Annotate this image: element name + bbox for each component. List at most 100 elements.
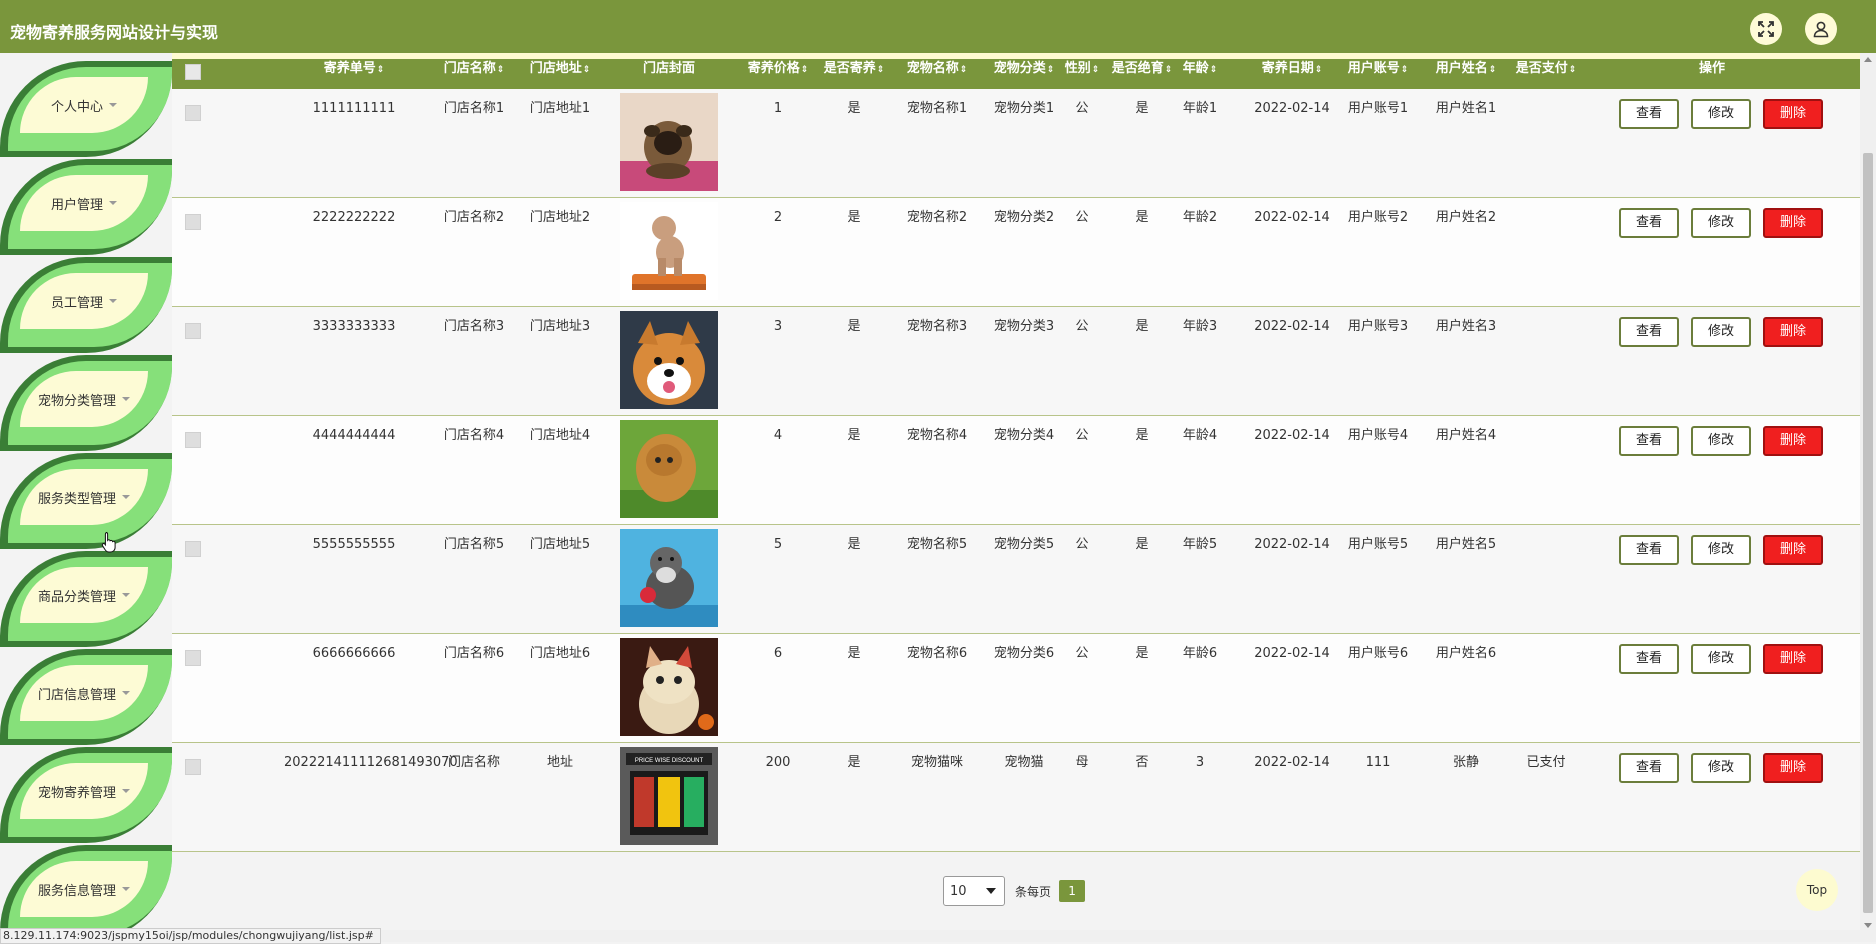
sidebar-item-label: 个人中心 [50, 99, 103, 115]
sidebar-item-service-type[interactable]: 服务类型管理 [0, 453, 172, 549]
view-button[interactable]: 查看 [1619, 644, 1679, 674]
select-all-checkbox[interactable] [185, 64, 201, 80]
row-checkbox[interactable] [185, 214, 201, 230]
view-button[interactable]: 查看 [1619, 317, 1679, 347]
column-header[interactable]: 年龄⇕ [1177, 59, 1223, 89]
fullscreen-button[interactable] [1750, 13, 1782, 45]
edit-button[interactable]: 修改 [1691, 99, 1751, 129]
chevron-down-icon [109, 103, 117, 107]
sidebar-item-goods-category[interactable]: 商品分类管理 [0, 551, 172, 647]
store-name-cell: 门店名称4 [443, 428, 505, 443]
price-cell: 2 [773, 210, 783, 225]
store-cover-image [620, 311, 718, 409]
column-header[interactable]: 是否寄养⇕ [814, 59, 894, 89]
user-button[interactable] [1805, 13, 1837, 45]
row-checkbox[interactable] [185, 541, 201, 557]
row-checkbox[interactable] [185, 759, 201, 775]
top-bar: 宠物寄养服务网站设计与实现 [0, 0, 1876, 53]
column-header[interactable]: 是否支付⇕ [1506, 59, 1586, 89]
chevron-down-icon [986, 888, 996, 894]
sidebar-item-pet-boarding[interactable]: 宠物寄养管理 [0, 747, 172, 843]
column-header[interactable]: 宠物名称⇕ [894, 59, 980, 89]
edit-button[interactable]: 修改 [1691, 317, 1751, 347]
neutered-cell: 是 [1135, 428, 1149, 443]
column-header[interactable]: 宠物分类⇕ [981, 59, 1067, 89]
sidebar-item-service-info[interactable]: 服务信息管理 [0, 845, 172, 941]
column-header[interactable]: 门店名称⇕ [434, 59, 514, 89]
edit-button[interactable]: 修改 [1691, 208, 1751, 238]
scrollbar-thumb[interactable] [1863, 153, 1873, 913]
sort-icon: ⇕ [1164, 65, 1173, 75]
chevron-down-icon [122, 887, 130, 891]
row-checkbox[interactable] [185, 650, 201, 666]
column-header: 门店封面 [642, 61, 695, 76]
scroll-up-icon[interactable] [1864, 57, 1872, 62]
row-checkbox[interactable] [185, 105, 201, 121]
delete-button[interactable]: 删除 [1763, 317, 1823, 347]
sidebar-item-store-info[interactable]: 门店信息管理 [0, 649, 172, 745]
column-header[interactable]: 门店地址⇕ [520, 59, 600, 89]
delete-button[interactable]: 删除 [1763, 535, 1823, 565]
sort-icon: ⇕ [800, 65, 809, 75]
view-button[interactable]: 查看 [1619, 426, 1679, 456]
delete-button[interactable]: 删除 [1763, 208, 1823, 238]
age-cell: 年龄4 [1182, 428, 1218, 443]
back-to-top-button[interactable]: Top [1796, 869, 1838, 911]
account-cell: 用户账号5 [1347, 537, 1409, 552]
sort-icon: ⇕ [1568, 65, 1577, 75]
age-cell: 3 [1195, 755, 1205, 770]
gender-cell: 母 [1075, 755, 1089, 770]
scroll-down-icon[interactable] [1864, 923, 1872, 928]
gender-cell: 公 [1075, 319, 1089, 334]
vertical-scrollbar[interactable] [1860, 53, 1876, 942]
gender-cell: 公 [1075, 210, 1089, 225]
page-number-button[interactable]: 1 [1059, 880, 1086, 902]
sidebar-item-pet-category[interactable]: 宠物分类管理 [0, 355, 172, 451]
date-cell: 2022-02-14 [1254, 755, 1330, 770]
date-cell: 2022-02-14 [1254, 319, 1330, 334]
view-button[interactable]: 查看 [1619, 99, 1679, 129]
page-size-select[interactable]: 10 [943, 876, 1005, 906]
pet-name-cell: 宠物名称1 [906, 101, 968, 116]
column-header[interactable]: 是否绝育⇕ [1107, 59, 1177, 89]
view-button[interactable]: 查看 [1619, 753, 1679, 783]
edit-button[interactable]: 修改 [1691, 426, 1751, 456]
column-header[interactable]: 寄养单号⇕ [284, 59, 424, 89]
edit-button[interactable]: 修改 [1691, 535, 1751, 565]
store-cover-image [620, 420, 718, 518]
sidebar-item-label: 服务类型管理 [37, 491, 116, 507]
sidebar-item-personal-center[interactable]: 个人中心 [0, 61, 172, 157]
store-address-cell: 门店地址4 [529, 428, 591, 443]
column-header[interactable]: 寄养价格⇕ [738, 59, 818, 89]
gender-cell: 公 [1075, 101, 1089, 116]
date-cell: 2022-02-14 [1254, 537, 1330, 552]
user-name-cell: 用户姓名6 [1435, 646, 1497, 661]
store-cover-image [620, 638, 718, 736]
table-header: 寄养单号⇕ 门店名称⇕ 门店地址⇕ 门店封面 寄养价格⇕ 是否寄养⇕ 宠物名称⇕… [172, 59, 1860, 89]
column-header[interactable]: 寄养日期⇕ [1242, 59, 1342, 89]
pet-category-cell: 宠物分类5 [993, 537, 1055, 552]
view-button[interactable]: 查看 [1619, 208, 1679, 238]
paid-cell [1506, 634, 1586, 664]
delete-button[interactable]: 删除 [1763, 99, 1823, 129]
view-button[interactable]: 查看 [1619, 535, 1679, 565]
sidebar-item-user-management[interactable]: 用户管理 [0, 159, 172, 255]
delete-button[interactable]: 删除 [1763, 644, 1823, 674]
store-name-cell: 门店名称3 [443, 319, 505, 334]
column-header[interactable]: 用户姓名⇕ [1426, 59, 1506, 89]
delete-button[interactable]: 删除 [1763, 753, 1823, 783]
price-cell: 6 [773, 646, 783, 661]
delete-button[interactable]: 删除 [1763, 426, 1823, 456]
user-icon [1813, 21, 1829, 38]
table-row: 4444444444 门店名称4 门店地址4 4 是 宠物名称4 宠物分类4 公 是 年龄4 202… [172, 416, 1860, 525]
edit-button[interactable]: 修改 [1691, 753, 1751, 783]
sidebar-item-staff-management[interactable]: 员工管理 [0, 257, 172, 353]
hand-cursor-icon [101, 532, 116, 553]
sort-icon: ⇕ [1400, 65, 1409, 75]
edit-button[interactable]: 修改 [1691, 644, 1751, 674]
row-checkbox[interactable] [185, 323, 201, 339]
row-checkbox[interactable] [185, 432, 201, 448]
user-name-cell: 用户姓名1 [1435, 101, 1497, 116]
column-header[interactable]: 性别⇕ [1057, 59, 1107, 89]
column-header[interactable]: 用户账号⇕ [1338, 59, 1418, 89]
